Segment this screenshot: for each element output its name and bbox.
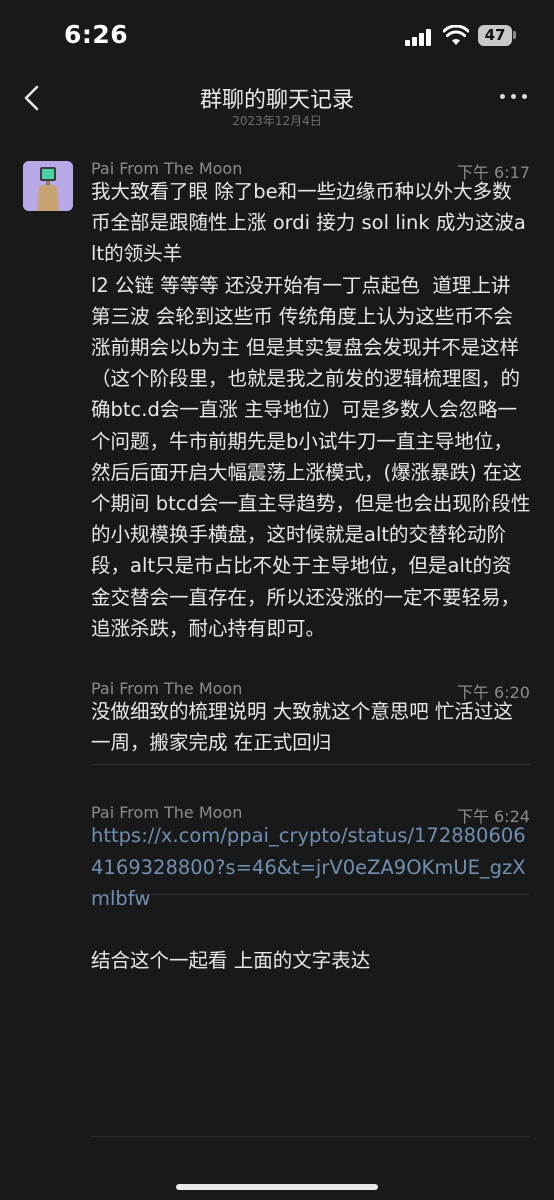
message-1: Pai From The Moon 下午 6:17 我大致看了眼 除了be和一些… [0, 150, 554, 644]
home-indicator[interactable] [176, 1184, 378, 1190]
sender-name: Pai From The Moon [91, 679, 243, 699]
battery-icon: 47 [478, 25, 512, 46]
sender-name: Pai From The Moon [91, 159, 243, 178]
tweet-link[interactable]: https://x.com/ppai_crypto/status/1728806… [91, 820, 531, 914]
message-text: 没做细致的梳理说明 大致就这个意思吧 忙活过这一周，搬家完成 在正式回归 [91, 700, 513, 755]
page-title: 群聊的聊天记录 [199, 88, 354, 113]
wifi-icon [443, 25, 469, 45]
sender-name: Pai From The Moon [91, 803, 243, 823]
divider [91, 1136, 530, 1137]
status-time: 6:26 [64, 20, 129, 49]
message-3: Pai From The Moon 下午 6:24 https://x.com/… [0, 794, 554, 976]
more-dots-icon[interactable] [499, 90, 529, 104]
message-time: 下午 6:17 [456, 163, 530, 182]
message-time: 下午 6:20 [456, 683, 530, 703]
message-2: Pai From The Moon 下午 6:20 没做细致的梳理说明 大致就这… [0, 670, 554, 758]
status-bar: 6:26 47 [0, 0, 554, 74]
page-subtitle-date: 2023年12月4日 [232, 114, 322, 128]
message-time: 下午 6:24 [456, 807, 530, 827]
battery-tip [513, 31, 516, 39]
nav-bar: 群聊的聊天记录 2023年12月4日 [0, 74, 554, 134]
message-text: 结合这个一起看 上面的文字表达 [91, 949, 371, 973]
chat-history: Pai From The Moon 下午 6:17 我大致看了眼 除了be和一些… [0, 150, 554, 1137]
divider [91, 764, 530, 765]
message-text: 我大致看了眼 除了be和一些边缘币种以外大多数币全部是跟随性上涨 ordi 接力… [91, 180, 531, 640]
signal-icon [405, 28, 433, 46]
